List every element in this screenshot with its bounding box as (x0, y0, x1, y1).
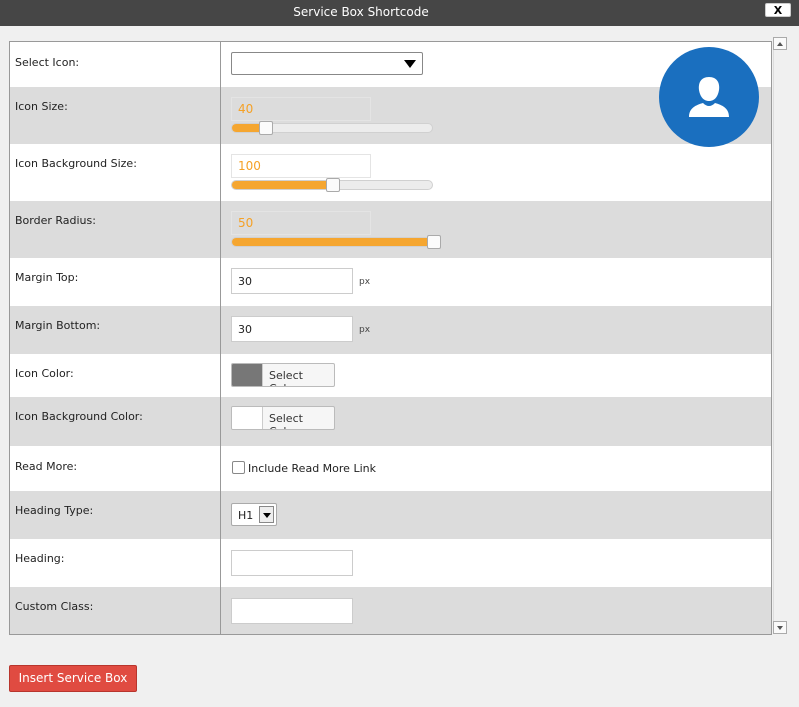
border-radius-slider[interactable] (231, 235, 441, 249)
heading-label: Heading: (15, 552, 65, 565)
margin-bottom-unit: px (359, 325, 371, 335)
read-more-checkbox[interactable] (232, 461, 245, 474)
icon-preview (659, 47, 759, 147)
row-custom-class (10, 587, 771, 634)
row-heading-type (10, 491, 771, 539)
border-radius-label: Border Radius: (15, 214, 96, 227)
row-read-more (10, 446, 771, 491)
heading-type-label: Heading Type: (15, 504, 94, 517)
margin-top-unit: px (359, 277, 371, 287)
icon-bg-size-label: Icon Background Size: (15, 157, 137, 170)
icon-bg-color-swatch (232, 407, 263, 429)
select-icon-dropdown[interactable] (231, 52, 423, 75)
row-margin-top (10, 258, 771, 306)
custom-class-label: Custom Class: (15, 600, 94, 613)
icon-size-slider-handle[interactable] (259, 121, 273, 135)
close-icon: X (773, 3, 783, 17)
icon-bg-size-slider-handle[interactable] (326, 178, 340, 192)
icon-bg-color-label: Icon Background Color: (15, 410, 143, 423)
heading-type-select[interactable]: H1 (231, 503, 277, 526)
icon-size-value[interactable]: 40 (231, 97, 371, 121)
insert-service-box-button[interactable]: Insert Service Box (9, 665, 137, 692)
close-button[interactable]: X (765, 3, 791, 17)
user-icon (689, 77, 729, 117)
icon-color-swatch (232, 364, 263, 386)
scroll-track[interactable] (773, 50, 787, 621)
margin-top-label: Margin Top: (15, 271, 79, 284)
heading-type-dropdown-icon (259, 506, 274, 523)
icon-bg-color-button[interactable]: Select Color (231, 406, 335, 430)
icon-bg-color-button-label: Select Color (269, 412, 303, 429)
row-icon-size (10, 87, 771, 144)
border-radius-slider-handle[interactable] (427, 235, 441, 249)
heading-input[interactable] (231, 550, 353, 576)
read-more-checkbox-label[interactable]: Include Read More Link (248, 462, 376, 475)
row-icon-bg-size (10, 144, 771, 201)
scroll-up-icon[interactable] (773, 37, 787, 50)
margin-bottom-label: Margin Bottom: (15, 319, 101, 332)
row-heading (10, 539, 771, 587)
vertical-scrollbar[interactable] (773, 37, 787, 634)
icon-color-label: Icon Color: (15, 367, 74, 380)
select-icon-label: Select Icon: (15, 56, 80, 69)
icon-size-label: Icon Size: (15, 100, 68, 113)
heading-type-value: H1 (238, 509, 254, 522)
row-icon-color (10, 354, 771, 397)
icon-bg-size-slider-fill (232, 181, 333, 189)
row-border-radius (10, 201, 771, 258)
dropdown-arrow-icon (404, 60, 416, 68)
border-radius-value[interactable]: 50 (231, 211, 371, 235)
icon-bg-size-slider[interactable] (231, 178, 433, 192)
margin-top-input[interactable] (231, 268, 353, 294)
title-bar: Service Box Shortcode X (0, 0, 799, 26)
margin-bottom-input[interactable] (231, 316, 353, 342)
row-margin-bottom (10, 306, 771, 354)
column-divider (220, 42, 221, 634)
settings-panel: Select Icon: Icon Size: Icon Background … (9, 41, 772, 635)
icon-color-button-label: Select Color (269, 369, 303, 386)
icon-bg-size-value[interactable]: 100 (231, 154, 371, 178)
icon-color-button[interactable]: Select Color (231, 363, 335, 387)
icon-size-slider[interactable] (231, 121, 433, 135)
read-more-label: Read More: (15, 460, 78, 473)
scroll-down-icon[interactable] (773, 621, 787, 634)
window-title: Service Box Shortcode (293, 5, 429, 19)
border-radius-slider-fill (232, 238, 434, 246)
custom-class-input[interactable] (231, 598, 353, 624)
